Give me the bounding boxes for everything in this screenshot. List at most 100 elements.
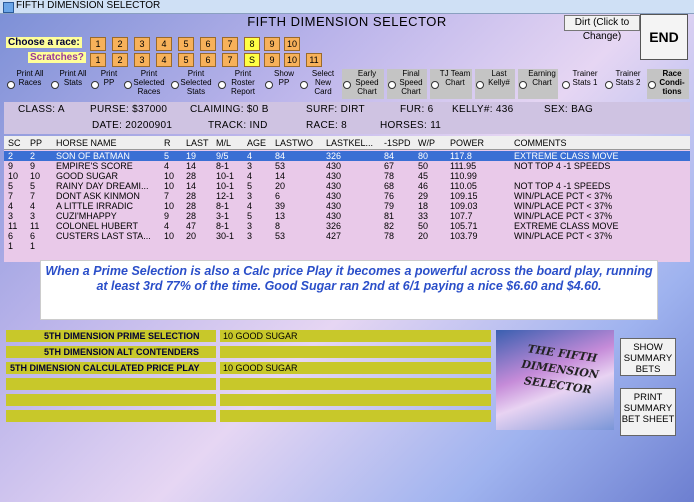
col-horse-name[interactable]: HORSE NAME [56, 138, 117, 148]
cell-sc: 10 [8, 171, 19, 181]
scratch-button-10[interactable]: 10 [284, 53, 300, 67]
col-ml[interactable]: M/L [216, 138, 231, 148]
col-1spd[interactable]: -1SPD [384, 138, 411, 148]
radio-icon [605, 81, 613, 89]
option-trainer-stats-2[interactable]: Trainer Stats 2 [604, 69, 644, 99]
table-row[interactable]: 5 5 RAINY DAY DREAMI... 10 14 10-1 5 20 430 68 46 1… [4, 181, 690, 191]
col-power[interactable]: POWER [450, 138, 484, 148]
table-row[interactable]: 7 7 DONT ASK KINMON 7 28 12-1 3 6 430 76 29 109.15 W… [4, 191, 690, 201]
option-earning-chart[interactable]: Earning Chart [518, 69, 558, 99]
race-button-1[interactable]: 1 [90, 37, 106, 51]
radio-icon [265, 81, 273, 89]
cell-lastwo: 84 [275, 151, 286, 161]
end-button[interactable]: END [640, 14, 688, 60]
option-print-all-stats[interactable]: Print All Stats [50, 69, 88, 99]
cell-power: 103.79 [450, 231, 478, 241]
radio-icon [7, 81, 15, 89]
scratch-button-4[interactable]: 4 [156, 53, 172, 67]
cell-1spd: 67 [384, 161, 395, 171]
col-wp[interactable]: W/P [418, 138, 435, 148]
cell-lastkel: 430 [326, 201, 342, 211]
table-row[interactable]: 4 4 A LITTLE IRRADIC 10 28 8-1 4 39 430 79 18 109.0… [4, 201, 690, 211]
scratch-button-1[interactable]: 1 [90, 53, 106, 67]
option-final-speed-chart[interactable]: Final Speed Chart [387, 69, 427, 99]
cell-comments: EXTREME CLASS MOVE [514, 151, 619, 161]
option-print-roster-report[interactable]: Print Roster Report [217, 69, 261, 99]
race-button-10[interactable]: 10 [284, 37, 300, 51]
race-button-4[interactable]: 4 [156, 37, 172, 51]
cell-pp: 10 [30, 171, 41, 181]
cell-lastkel: 430 [326, 171, 342, 181]
race-info-line-1: CLASS: A PURSE: $37000 CLAIMING: $0 B SU… [4, 102, 690, 118]
selection-row-5-label [6, 394, 216, 406]
race-horses: HORSES: 11 [380, 120, 442, 131]
race-button-6[interactable]: 6 [200, 37, 216, 51]
table-row[interactable]: 10 10 GOOD SUGAR 10 28 10-1 4 14 430 78 45 110.99 [4, 171, 690, 181]
cell-sc: 3 [8, 211, 14, 221]
cell-comments: NOT TOP 4 -1 SPEEDS [514, 181, 611, 191]
cell-lastwo: 39 [275, 201, 286, 211]
option-select-new-card[interactable]: Select New Card [299, 69, 339, 99]
option-print-selected-races[interactable]: Print Selected Races [123, 69, 167, 99]
col-age[interactable]: AGE [247, 138, 266, 148]
cell-age: 3 [247, 161, 253, 171]
radio-icon [519, 81, 527, 89]
table-row[interactable]: 11 [4, 241, 690, 251]
scratch-button-2[interactable]: 2 [112, 53, 128, 67]
cell-1spd: 79 [384, 201, 395, 211]
option-show-pp[interactable]: Show PP [264, 69, 296, 99]
table-row[interactable]: 2 2 SON OF BATMAN 5 19 9/5 4 84 326 84 80 117.8 EXTR… [4, 151, 690, 161]
option-print-pp[interactable]: Print PP [90, 69, 120, 99]
race-button-3[interactable]: 3 [134, 37, 150, 51]
race-button-9[interactable]: 9 [264, 37, 280, 51]
scratch-button-8[interactable]: S [244, 53, 260, 67]
print-summary-bet-sheet-button[interactable]: PRINT SUMMARY BET SHEET [620, 388, 676, 436]
table-header: SC PP HORSE NAME R LAST M/L AGE LASTWO L… [4, 136, 690, 150]
scratch-button-3[interactable]: 3 [134, 53, 150, 67]
cell-lastwo: 6 [275, 191, 281, 201]
cell-pp: 1 [30, 241, 36, 251]
table-row[interactable]: 9 9 EMPIRE'S SCORE 4 14 8-1 3 53 430 67 50 111.95 NO… [4, 161, 690, 171]
col-last[interactable]: LAST [186, 138, 209, 148]
table-row[interactable]: 6 6 CUSTERS LAST STA... 10 20 30-1 3 53 427 78 20 1… [4, 231, 690, 241]
col-lastwo[interactable]: LASTWO [275, 138, 313, 148]
cell-age: 4 [247, 151, 253, 161]
option-last-kelly[interactable]: Last Kelly# [475, 69, 515, 99]
cell-comments: WIN/PLACE PCT < 37% [514, 211, 613, 221]
cell-sc: 11 [8, 221, 18, 231]
race-button-5[interactable]: 5 [178, 37, 194, 51]
scratch-button-6[interactable]: 6 [200, 53, 216, 67]
col-sc[interactable]: SC [8, 138, 21, 148]
cell-comments: WIN/PLACE PCT < 37% [514, 191, 613, 201]
race-info-line-2: DATE: 20200901 TRACK: IND RACE: 8 HORSES… [4, 118, 690, 134]
option-tj-team-chart[interactable]: TJ Team Chart [430, 69, 472, 99]
option-early-speed-chart[interactable]: Early Speed Chart [342, 69, 384, 99]
cell-last: 14 [186, 161, 197, 171]
scratch-button-9[interactable]: 9 [264, 53, 280, 67]
table-row[interactable]: 11 11 COLONEL HUBERT 4 47 8-1 3 8 326 82 50 105.71 E… [4, 221, 690, 231]
scratch-button-5[interactable]: 5 [178, 53, 194, 67]
cell-sc: 2 [8, 151, 14, 161]
option-race-conditions[interactable]: Race Condi-tions [647, 69, 689, 99]
race-button-8[interactable]: 8 [244, 37, 260, 51]
option-trainer-stats-1[interactable]: Trainer Stats 1 [561, 69, 601, 99]
cell-horse-name: RAINY DAY DREAMI... [56, 181, 149, 191]
scratch-button-7[interactable]: 7 [222, 53, 238, 67]
col-comments[interactable]: COMMENTS [514, 138, 567, 148]
cell-ml: 10-1 [216, 171, 235, 181]
col-r[interactable]: R [164, 138, 171, 148]
race-button-2[interactable]: 2 [112, 37, 128, 51]
col-pp[interactable]: PP [30, 138, 42, 148]
promo-note: When a Prime Selection is also a Calc pr… [40, 260, 658, 320]
col-lastkel[interactable]: LASTKEL... [326, 138, 373, 148]
surface-toggle-button[interactable]: Dirt (Click to Change) [564, 15, 640, 42]
cell-1spd: 81 [384, 211, 395, 221]
cell-lastwo: 53 [275, 161, 286, 171]
show-summary-bets-button[interactable]: SHOW SUMMARY BETS [620, 338, 676, 376]
option-print-all-races[interactable]: Print All Races [6, 69, 46, 99]
table-row[interactable]: 3 3 CUZI'MHAPPY 9 28 3-1 5 13 430 81 33 107.7 WIN/PL… [4, 211, 690, 221]
option-print-selected-stats[interactable]: Print Selected Stats [170, 69, 214, 99]
cell-horse-name: GOOD SUGAR [56, 171, 119, 181]
race-button-7[interactable]: 7 [222, 37, 238, 51]
scratch-button-11[interactable]: 11 [306, 53, 322, 67]
